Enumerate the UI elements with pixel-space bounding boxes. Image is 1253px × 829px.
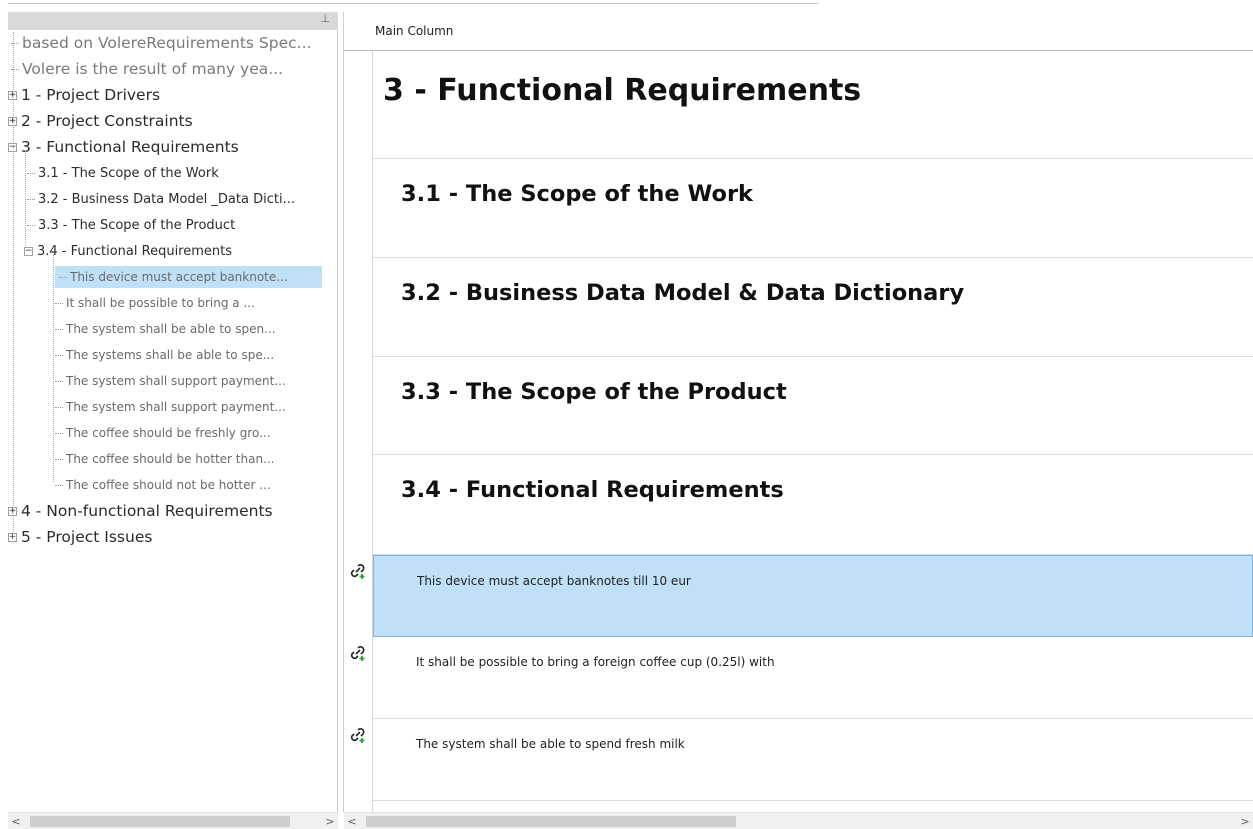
tree-item-label: Volere is the result of many yea... [22,60,284,78]
tree-connector-line [59,276,67,278]
scrollbar-thumb[interactable] [366,816,736,827]
tree-item-section[interactable]: +2 - Project Constraints [8,110,193,132]
tree-item-section[interactable]: +5 - Project Issues [8,526,152,548]
section-heading-row[interactable]: 3.4 - Functional Requirements [373,455,1253,555]
tree-item-subsection[interactable]: 3.2 - Business Data Model _Data Dicti... [27,188,295,210]
tree-item-label: The coffee should not be hotter ... [66,478,271,492]
row-gutter [344,51,373,813]
section-heading: 3 - Functional Requirements [383,73,862,108]
tree-item-subsection[interactable]: 3.1 - The Scope of the Work [27,162,219,184]
tree-item-label: based on VolereRequirements Spec... [22,34,312,52]
expand-plus-icon[interactable]: + [8,532,17,542]
tree-item-section[interactable]: +1 - Project Drivers [8,84,160,106]
tree-item-section[interactable]: based on VolereRequirements Spec... [11,32,311,54]
requirement-row[interactable]: The system shall be able to spend fresh … [373,719,1253,801]
top-toolbar-strip [0,0,1253,12]
tree-connector-line [27,224,35,226]
tree-item-label: 3.1 - The Scope of the Work [38,165,219,181]
tree-leaf-requirement[interactable]: The system shall support payment... [55,396,286,418]
scroll-left-arrow-icon[interactable]: < [8,813,24,829]
section-heading-row[interactable]: 3 - Functional Requirements [373,51,1253,159]
outline-tree-panel: ⊥ based on VolereRequirements Spec... Vol… [8,12,338,812]
tree-panel-header: ⊥ [8,12,338,30]
tree-item-label: The coffee should be freshly gro... [66,426,271,440]
column-header-title: Main Column [375,24,454,38]
tree-item-label: 3.3 - The Scope of the Product [38,217,236,233]
section-heading: 3.3 - The Scope of the Product [401,379,787,405]
main-content-panel: Main Column 3 - Functional Requirements 3… [343,12,1253,813]
tree-leaf-requirement[interactable]: The systems shall be able to spe... [55,344,274,366]
link-icon[interactable] [348,643,368,663]
tree-item-section[interactable]: −3 - Functional Requirements [8,136,239,158]
tree-leaf-requirement[interactable]: The coffee should be freshly gro... [55,422,271,444]
tree-item-label: It shall be possible to bring a ... [66,296,255,310]
tree-leaf-requirement[interactable]: This device must accept banknote... [55,266,322,288]
tree-connector-line [53,254,54,482]
tree-item-subsection[interactable]: 3.3 - The Scope of the Product [27,214,235,236]
section-heading: 3.1 - The Scope of the Work [401,181,754,207]
scroll-right-arrow-icon[interactable]: > [1237,813,1253,829]
tree-item-label: 5 - Project Issues [21,528,153,546]
requirement-text: This device must accept banknotes till 1… [417,574,691,588]
requirement-row[interactable]: It shall be possible to bring a foreign … [373,637,1253,719]
column-header[interactable]: Main Column [344,12,1253,51]
requirement-row[interactable]: This device must accept banknotes till 1… [373,555,1253,637]
section-heading: 3.4 - Functional Requirements [401,477,784,503]
tree-connector-line [55,354,63,356]
scrollbar-thumb[interactable] [30,816,290,827]
tree-connector-line [55,328,63,330]
section-heading-row[interactable]: 3.2 - Business Data Model & Data Diction… [373,258,1253,357]
requirement-text: The system shall be able to spend fresh … [416,737,685,751]
tree-connector-line [25,150,26,248]
tree-item-section[interactable]: +4 - Non-functional Requirements [8,500,273,522]
tree-leaf-requirement[interactable]: The system shall be able to spen... [55,318,276,340]
tree-leaf-requirement[interactable]: The coffee should be hotter than... [55,448,275,470]
section-heading-row[interactable]: 3.1 - The Scope of the Work [373,159,1253,258]
tree-item-label: The coffee should be hotter than... [66,452,275,466]
tree-connector-line [55,406,63,408]
tree-item-label: 3.4 - Functional Requirements [37,243,233,259]
tree-leaf-requirement[interactable]: The system shall support payment... [55,370,286,392]
section-heading: 3.2 - Business Data Model & Data Diction… [401,280,965,306]
tree-connector-line [55,380,63,382]
tree-connector-line [27,172,35,174]
link-icon[interactable] [348,725,368,745]
tree-item-label: 4 - Non-functional Requirements [21,502,273,520]
tree-connector-line [27,198,35,200]
tree-item-label: The system shall support payment... [66,400,286,414]
tree-item-label: The system shall support payment... [66,374,286,388]
tree-connector-line [13,32,14,532]
main-horizontal-scrollbar[interactable]: < > [344,812,1253,829]
requirement-text: It shall be possible to bring a foreign … [416,655,775,669]
tree-item-label: The system shall be able to spen... [66,322,276,336]
scroll-right-arrow-icon[interactable]: > [322,813,338,829]
scroll-left-arrow-icon[interactable]: < [344,813,360,829]
tree-item-label: The systems shall be able to spe... [66,348,275,362]
tree-item-label: 1 - Project Drivers [21,86,161,104]
tree-item-section[interactable]: Volere is the result of many yea... [11,58,283,80]
tree-item-label: This device must accept banknote... [70,270,288,284]
tree-item-label: 2 - Project Constraints [21,112,193,130]
tree-item-subsection[interactable]: −3.4 - Functional Requirements [24,240,232,262]
tree-connector-line [55,432,63,434]
tree-item-label: 3 - Functional Requirements [21,138,239,156]
tree-connector-line [55,302,63,304]
tree-leaf-requirement[interactable]: The coffee should not be hotter ... [55,474,271,496]
tree-connector-line [55,484,63,486]
tree-item-label: 3.2 - Business Data Model _Data Dicti... [38,191,295,207]
tree-connector-line [55,458,63,460]
tree-horizontal-scrollbar[interactable]: < > [8,812,338,829]
link-icon[interactable] [348,561,368,581]
tree-leaf-requirement[interactable]: It shall be possible to bring a ... [55,292,255,314]
pin-icon[interactable]: ⊥ [320,12,330,25]
section-heading-row[interactable]: 3.3 - The Scope of the Product [373,357,1253,455]
